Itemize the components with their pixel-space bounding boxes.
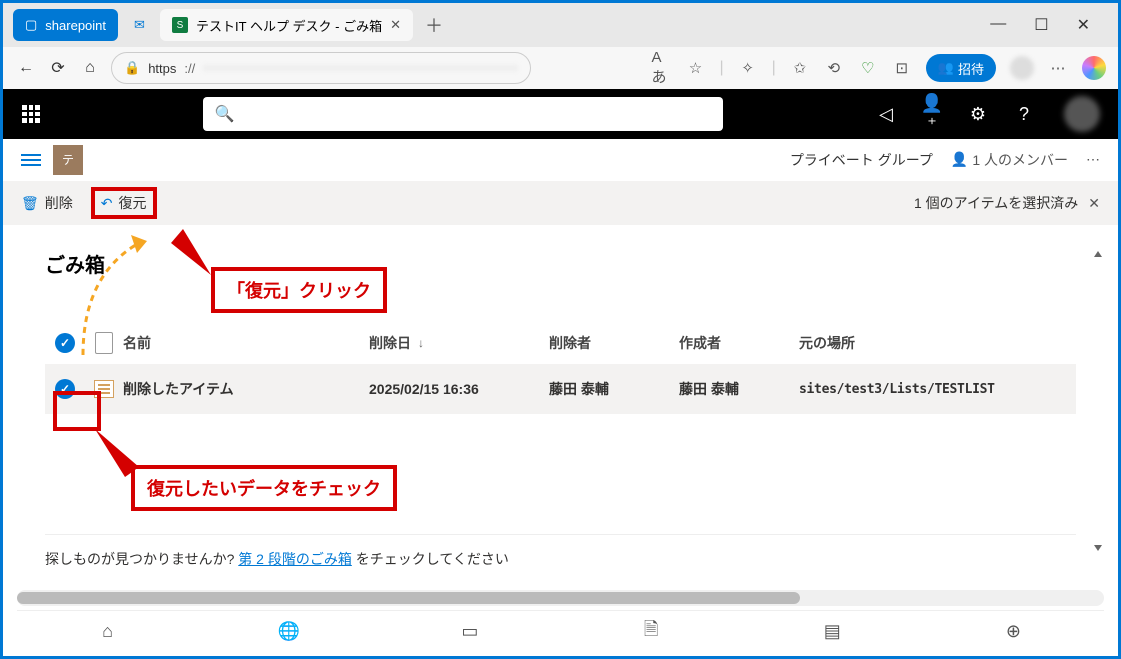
- restore-highlight: ↶ 復元: [91, 187, 157, 219]
- row-original-location: sites/test3/Lists/TESTLIST: [799, 382, 1076, 397]
- suite-bar: 🔍 ◁ 👤⁺ ⚙ ?: [3, 89, 1118, 139]
- extensions-icon[interactable]: ✧: [738, 58, 758, 78]
- url-scheme: https: [148, 61, 176, 76]
- invite-icon: 👥: [938, 60, 954, 76]
- nav-add-icon[interactable]: ⊕: [923, 621, 1104, 642]
- window-maximize-icon[interactable]: ☐: [1034, 15, 1048, 35]
- browser-tab-strip: ▢ sharepoint ✉ S テストIT ヘルプ デスク - ごみ箱 ✕ ＋…: [3, 3, 1118, 47]
- column-created-by[interactable]: 作成者: [679, 333, 799, 353]
- search-input[interactable]: 🔍: [203, 97, 723, 131]
- table-row[interactable]: 削除したアイテム 2025/02/15 16:36 藤田 泰輔 藤田 泰輔 si…: [45, 364, 1076, 414]
- horizontal-scrollbar[interactable]: [17, 590, 1104, 606]
- site-logo[interactable]: テ: [53, 145, 83, 175]
- undo-icon: ↶: [101, 195, 113, 212]
- delete-label: 削除: [45, 193, 73, 213]
- url-rest: ://: [184, 61, 195, 76]
- table-header: 名前 削除日 削除者 作成者 元の場所: [45, 322, 1076, 364]
- column-deleted-date[interactable]: 削除日: [369, 333, 549, 353]
- help-icon[interactable]: ?: [1012, 104, 1036, 125]
- column-original-location[interactable]: 元の場所: [799, 333, 1076, 353]
- favorite-star-icon[interactable]: ☆: [685, 58, 705, 78]
- window-close-icon[interactable]: ✕: [1077, 15, 1090, 35]
- invite-label: 招待: [958, 59, 984, 78]
- selection-status: 1 個のアイテムを選択済み: [914, 193, 1078, 213]
- second-stage-hint: 探しものが見つかりませんか? 第 2 段階のごみ箱 をチェックしてください: [45, 534, 1076, 569]
- favorites-icon[interactable]: ✩: [790, 58, 810, 78]
- tab-sharepoint[interactable]: ▢ sharepoint: [13, 9, 118, 41]
- scroll-up-icon[interactable]: [1094, 251, 1102, 257]
- site-more-button[interactable]: ⋯: [1086, 151, 1100, 168]
- app-launcher-button[interactable]: [11, 105, 51, 123]
- browser-address-bar: ← ⟳ ⌂ 🔒 https :// Aあ ☆ | ✧ | ✩ ⟲ ♡ ⊡ 👥 招…: [3, 47, 1118, 89]
- invite-button[interactable]: 👥 招待: [926, 54, 996, 82]
- page-title: ごみ箱: [3, 225, 1118, 288]
- delete-button[interactable]: 🗑 削除: [21, 193, 73, 213]
- restore-button[interactable]: ↶ 復元: [101, 193, 147, 213]
- outlook-icon: ✉: [134, 17, 145, 33]
- nav-collections-icon[interactable]: ▤: [742, 621, 923, 642]
- dashed-arrow: [79, 235, 149, 365]
- clear-selection-button[interactable]: ✕: [1088, 195, 1100, 212]
- nav-globe-icon[interactable]: 🌐: [198, 621, 379, 642]
- second-stage-link[interactable]: 第 2 段階のごみ箱: [238, 551, 352, 567]
- select-all-checkbox[interactable]: [51, 329, 79, 357]
- callout-check-data: 復元したいデータをチェック: [131, 465, 397, 511]
- window-controls: — ☐ ✕: [990, 15, 1108, 35]
- column-name[interactable]: 名前: [123, 333, 369, 353]
- callout-restore-click: 「復元」クリック: [211, 267, 387, 313]
- hamburger-menu-button[interactable]: [21, 154, 41, 166]
- tab-sharepoint-label: sharepoint: [45, 18, 106, 33]
- group-type-label: プライベート グループ: [790, 150, 933, 170]
- sharepoint-icon: ▢: [25, 17, 37, 33]
- tab-active-title: テストIT ヘルプ デスク - ごみ箱: [196, 16, 382, 35]
- user-avatar[interactable]: [1064, 96, 1100, 132]
- row-deleted-by: 藤田 泰輔: [549, 379, 679, 399]
- vertical-scrollbar[interactable]: [1094, 251, 1102, 551]
- refresh-button[interactable]: ⟳: [47, 57, 69, 79]
- nav-news-icon[interactable]: ▭: [379, 621, 560, 642]
- tab-close-icon[interactable]: ✕: [390, 17, 401, 33]
- edge-bottom-nav: ⌂ 🌐 ▭ 🗎 ▤ ⊕: [17, 610, 1104, 652]
- new-tab-button[interactable]: ＋: [425, 12, 443, 38]
- screenshot-icon[interactable]: ⊡: [892, 58, 912, 78]
- megaphone-icon[interactable]: ◁: [874, 104, 898, 125]
- column-deleted-by[interactable]: 削除者: [549, 333, 679, 353]
- people-icon[interactable]: 👤⁺: [920, 93, 944, 135]
- tab-active[interactable]: S テストIT ヘルプ デスク - ごみ箱 ✕: [160, 9, 413, 41]
- profile-avatar[interactable]: [1010, 56, 1034, 80]
- more-icon[interactable]: ⋯: [1048, 58, 1068, 78]
- checkbox-highlight: [53, 391, 101, 431]
- restore-label: 復元: [119, 193, 147, 213]
- command-bar: 🗑 削除 ↶ 復元 1 個のアイテムを選択済み ✕: [3, 181, 1118, 225]
- nav-doc-icon[interactable]: 🗎: [561, 617, 742, 647]
- lock-icon: 🔒: [124, 60, 140, 76]
- members-count: 1 人のメンバー: [972, 150, 1068, 170]
- row-created-by: 藤田 泰輔: [679, 379, 799, 399]
- home-button[interactable]: ⌂: [79, 57, 101, 79]
- settings-gear-icon[interactable]: ⚙: [966, 104, 990, 125]
- site-header: テ プライベート グループ 👤 1 人のメンバー ⋯: [3, 139, 1118, 181]
- health-icon[interactable]: ♡: [858, 58, 878, 78]
- scrollbar-thumb[interactable]: [17, 592, 800, 604]
- waffle-icon: [22, 105, 40, 123]
- reading-mode-icon[interactable]: Aあ: [651, 58, 671, 78]
- url-field[interactable]: 🔒 https ://: [111, 52, 531, 84]
- recycle-bin-table: 名前 削除日 削除者 作成者 元の場所 削除したアイテム 2025/02/15 …: [45, 322, 1076, 414]
- search-icon: 🔍: [215, 104, 235, 124]
- trash-icon: 🗑: [21, 195, 39, 212]
- row-deleted-date: 2025/02/15 16:36: [369, 381, 549, 397]
- footer-suffix: をチェックしてください: [356, 551, 509, 567]
- row-name: 削除したアイテム: [123, 379, 369, 399]
- members-link[interactable]: 👤 1 人のメンバー: [951, 150, 1068, 170]
- history-icon[interactable]: ⟲: [824, 58, 844, 78]
- back-button[interactable]: ←: [15, 57, 37, 79]
- tab-outlook[interactable]: ✉: [122, 9, 156, 41]
- person-icon: 👤: [951, 151, 968, 168]
- scroll-down-icon[interactable]: [1094, 545, 1102, 551]
- nav-home-icon[interactable]: ⌂: [17, 621, 198, 642]
- footer-prefix: 探しものが見つかりませんか?: [45, 551, 234, 567]
- window-minimize-icon[interactable]: —: [990, 15, 1006, 35]
- sp-list-icon: S: [172, 17, 188, 33]
- copilot-icon[interactable]: [1082, 56, 1106, 80]
